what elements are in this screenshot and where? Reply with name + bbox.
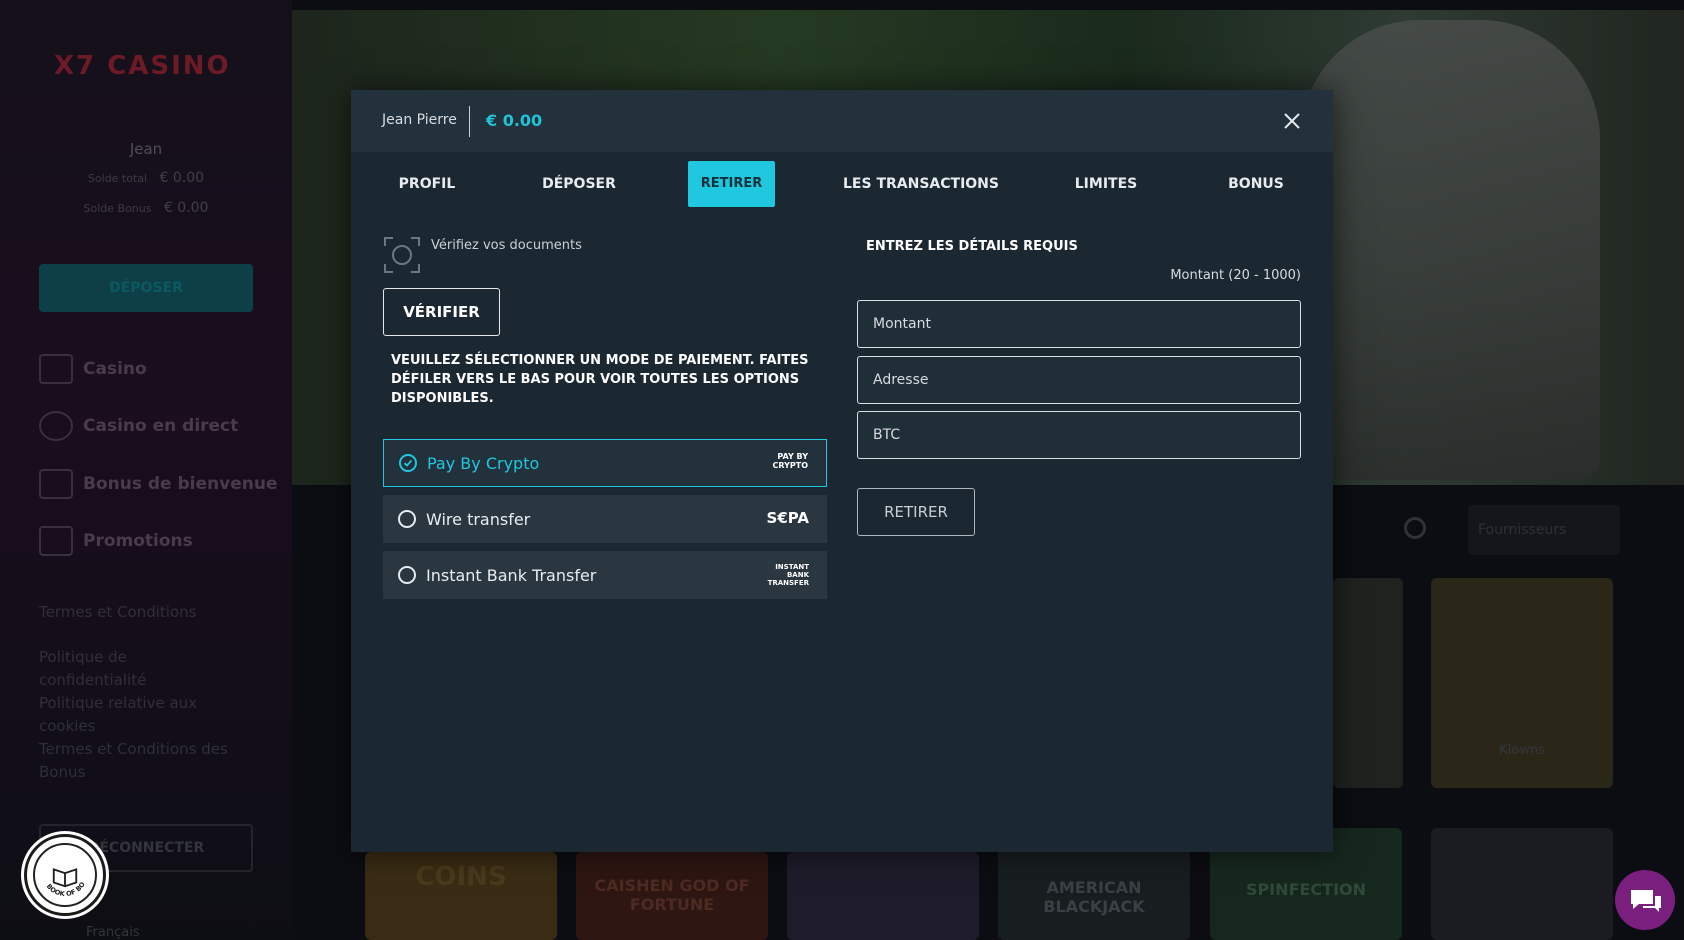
sidebar-item-label: Casino [83,359,147,379]
payment-instructions: VEUILLEZ SÉLECTIONNER UN MODE DE PAIEMEN… [391,353,809,406]
withdraw-button[interactable]: RETIRER [857,488,975,536]
verify-button[interactable]: VÉRIFIER [383,288,500,336]
sidebar-item-label: Casino en direct [83,416,239,436]
tab-deposer[interactable]: DÉPOSER [521,161,637,207]
link-cookies[interactable]: Politique relative aux cookies [39,692,229,738]
link-privacy[interactable]: Politique de confidentialité [39,646,229,692]
sidebar-bonus-balance: Solde Bonus € 0.00 [0,200,292,216]
header-divider [469,106,470,137]
tab-bonus[interactable]: BONUS [1206,161,1306,207]
game-tile[interactable] [787,852,979,940]
payment-option-instant-bank[interactable]: Instant Bank Transfer INSTANT BANK TRANS… [383,551,827,599]
tab-profil[interactable]: PROFIL [377,161,477,207]
slot-machine-icon [39,354,73,384]
payment-option-label: Wire transfer [426,509,531,529]
bonus-balance-label: Solde Bonus [83,202,152,215]
modal-tabs: PROFIL DÉPOSER RETIRER LES TRANSACTIONS … [351,152,1333,214]
account-modal: Jean Pierre € 0.00 PROFIL DÉPOSER RETIRE… [351,90,1333,852]
radio-unchecked[interactable] [398,566,416,584]
verify-documents-text: Vérifiez vos documents [431,238,582,253]
sepa-logo: S€PA [766,509,809,527]
game-tile[interactable]: Klowns [1431,578,1613,788]
tab-retirer[interactable]: RETIRER [688,161,775,207]
sidebar: X7 CASINO Jean Solde total € 0.00 Solde … [0,0,292,940]
amount-range-hint: Montant (20 - 1000) [1170,268,1301,283]
link-bonus-terms[interactable]: Termes et Conditions des Bonus [39,738,229,784]
sidebar-total-balance: Solde total € 0.00 [0,170,292,186]
radio-checked[interactable] [399,454,417,472]
game-tile[interactable]: COINS [365,852,557,940]
tab-transactions[interactable]: LES TRANSACTIONS [841,161,1001,207]
sidebar-item-label: Bonus de bienvenue [83,474,278,494]
verify-documents-row: Vérifiez vos documents [383,236,582,274]
currency-field[interactable]: BTC [857,411,1301,459]
providers-filter[interactable]: Fournisseurs [1468,505,1620,555]
amount-field[interactable] [857,300,1301,348]
currency-value: BTC [873,427,901,443]
game-tile-title: CAISHEN GOD OF FORTUNE [594,876,750,914]
address-field[interactable] [857,356,1301,404]
modal-user-name: Jean Pierre [382,112,457,128]
face-scan-icon [384,237,420,273]
total-balance-value: € 0.00 [159,170,205,186]
game-tile[interactable] [1431,828,1613,940]
promo-gift-icon [39,526,73,556]
game-tile[interactable]: CAISHEN GOD OF FORTUNE [576,852,768,940]
modal-balance: € 0.00 [486,111,543,130]
game-tile-title: AMERICAN BLACKJACK [1043,878,1145,916]
sidebar-user-name: Jean [129,140,163,158]
link-terms[interactable]: Termes et Conditions [39,601,229,624]
language-selector[interactable]: Français [86,925,140,940]
gift-icon [39,469,73,499]
book-icon: BOOK OF BONUS [32,839,97,907]
payment-option-label: Instant Bank Transfer [426,565,597,585]
address-input[interactable] [873,357,1300,403]
pay-by-crypto-logo: PAY BY CRYPTO [772,452,808,470]
game-tile-title: SPINFECTION [1245,880,1367,899]
modal-header: Jean Pierre € 0.00 [351,90,1333,152]
tab-limites[interactable]: LIMITES [1056,161,1156,207]
game-tile[interactable] [1333,578,1403,788]
payment-option-label: Pay By Crypto [427,453,540,473]
instant-bank-transfer-logo: INSTANT BANK TRANSFER [767,563,809,587]
book-of-bonus-badge[interactable]: BOOK OF BONUS [24,834,106,916]
sidebar-item-welcome-bonus[interactable]: Bonus de bienvenue [39,469,277,499]
radio-unchecked[interactable] [398,510,416,528]
bonus-balance-value: € 0.00 [163,200,209,216]
game-tile-title: COINS [415,862,507,892]
sidebar-item-promotions[interactable]: Promotions [39,526,193,556]
chat-bubble-icon [1631,890,1661,912]
sidebar-item-live-casino[interactable]: Casino en direct [39,411,238,441]
hero-character-image [1300,20,1600,480]
payment-option-wire[interactable]: Wire transfer S€PA [383,495,827,543]
casino-logo[interactable]: X7 CASINO [54,46,244,86]
search-icon[interactable] [1404,517,1426,539]
game-search-bar: Fournisseurs [1330,505,1620,555]
sidebar-deposit-button[interactable]: DÉPOSER [39,264,253,312]
live-chat-button[interactable] [1615,870,1675,930]
total-balance-label: Solde total [87,172,148,185]
sidebar-item-label: Promotions [83,531,193,551]
roulette-icon [39,411,73,441]
amount-input[interactable] [873,301,1300,347]
sidebar-item-casino[interactable]: Casino [39,354,147,384]
payment-option-crypto[interactable]: Pay By Crypto PAY BY CRYPTO [383,439,827,487]
game-tile-title: Klowns [1499,743,1545,758]
close-icon[interactable] [1281,110,1303,132]
details-title: ENTREZ LES DÉTAILS REQUIS [866,239,1078,254]
